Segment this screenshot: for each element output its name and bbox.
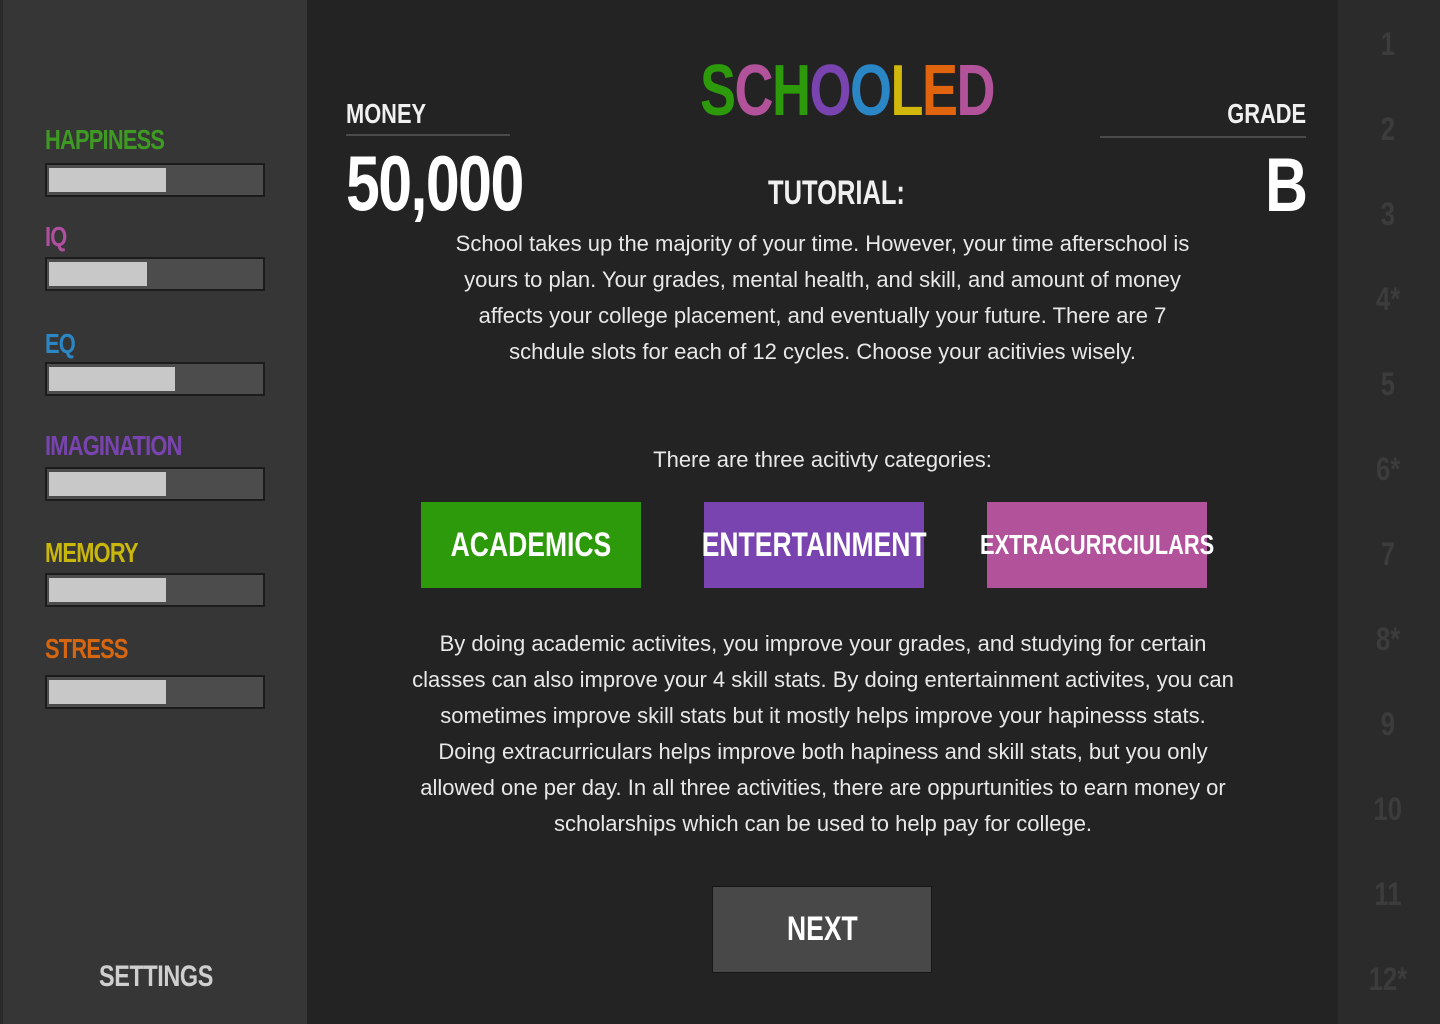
memory-bar-fill [49,578,166,602]
academics-button[interactable]: ACADEMICS [421,502,641,588]
iq-bar [45,257,265,291]
cycle-label: 7 [1380,536,1396,572]
money-value: 50,000 [346,139,524,227]
cycle-label: 2 [1380,111,1396,147]
cycle-item[interactable]: 8* [1338,621,1438,658]
tutorial-intro-text: School takes up the majority of your tim… [455,231,1190,364]
stats-sidebar: HAPPINESS IQ EQ IMAGINATION MEMORY STRES… [0,0,307,1024]
title-letter: S [700,51,736,131]
cycle-column: 1 2 3 4* 5 6* 7 8* 9 10 11 12* [1338,0,1440,1024]
title-letter: D [956,51,996,131]
extracurriculars-button[interactable]: EXTRACURRCIULARS [980,502,1214,588]
stat-label-memory: MEMORY [45,537,139,568]
cycle-item[interactable]: 5 [1338,366,1438,403]
stat-label-stress: STRESS [45,633,128,664]
cycle-item[interactable]: 7 [1338,536,1438,573]
money-label: MONEY [346,98,427,129]
imagination-bar [45,467,265,501]
eq-bar-fill [49,367,175,391]
cycle-label: 5 [1380,366,1396,402]
cycle-label: 9 [1380,706,1396,742]
cycle-label: 3 [1380,196,1396,232]
cycle-item[interactable]: 3 [1338,196,1438,233]
stress-bar [45,675,265,709]
cycle-item[interactable]: 1 [1338,26,1438,63]
settings-label: SETTINGS [99,960,214,993]
cycle-label: 11 [1374,876,1402,912]
settings-button[interactable]: SETTINGS [3,960,310,994]
title-letter: O [850,51,892,131]
title-letter: E [922,51,958,131]
cycle-label: 1 [1380,26,1396,62]
cycle-label: 10 [1373,791,1403,827]
cycle-item[interactable]: 2 [1338,111,1438,148]
cycle-item[interactable]: 6* [1338,451,1438,488]
entertainment-label: ENTERTAINMENT [701,525,927,564]
grade-divider [1100,136,1306,138]
cycle-item[interactable]: 9 [1338,706,1438,743]
title-letter: L [890,51,924,131]
academics-label: ACADEMICS [450,525,612,564]
cycle-label: 6* [1375,451,1401,487]
tutorial-heading: TUTORIAL: [768,174,905,212]
stat-label-happiness: HAPPINESS [45,124,165,155]
grade-value: B [1265,143,1308,228]
eq-bar [45,362,265,396]
happiness-bar-fill [49,168,166,192]
money-divider [346,134,510,136]
title-letter: C [734,51,774,131]
extracurriculars-label: EXTRACURRCIULARS [979,529,1215,560]
entertainment-button[interactable]: ENTERTAINMENT [701,502,927,588]
grade-label: GRADE [1227,98,1306,129]
cycle-item[interactable]: 10 [1338,791,1438,828]
cycle-label: 8* [1375,621,1401,657]
imagination-bar-fill [49,472,166,496]
next-label: NEXT [786,910,858,948]
stress-bar-fill [49,680,166,704]
cycle-item[interactable]: 11 [1338,876,1438,913]
title-letter: O [809,51,852,131]
title-letter: H [772,51,811,131]
stat-label-iq: IQ [45,221,67,252]
happiness-bar [45,163,265,197]
categories-intro-text: There are three acitivty categories: [653,447,992,472]
stat-label-eq: EQ [45,328,76,359]
cycle-label: 4* [1375,281,1401,317]
game-title: SCHOOLED [700,50,996,132]
next-button[interactable]: NEXT [712,886,932,973]
iq-bar-fill [49,262,147,286]
cycle-item[interactable]: 12* [1338,961,1438,998]
stat-label-imagination: IMAGINATION [45,430,182,461]
tutorial-details-text: By doing academic activites, you improve… [412,631,1234,836]
memory-bar [45,573,265,607]
cycle-label: 12* [1368,961,1408,997]
cycle-item[interactable]: 4* [1338,281,1438,318]
